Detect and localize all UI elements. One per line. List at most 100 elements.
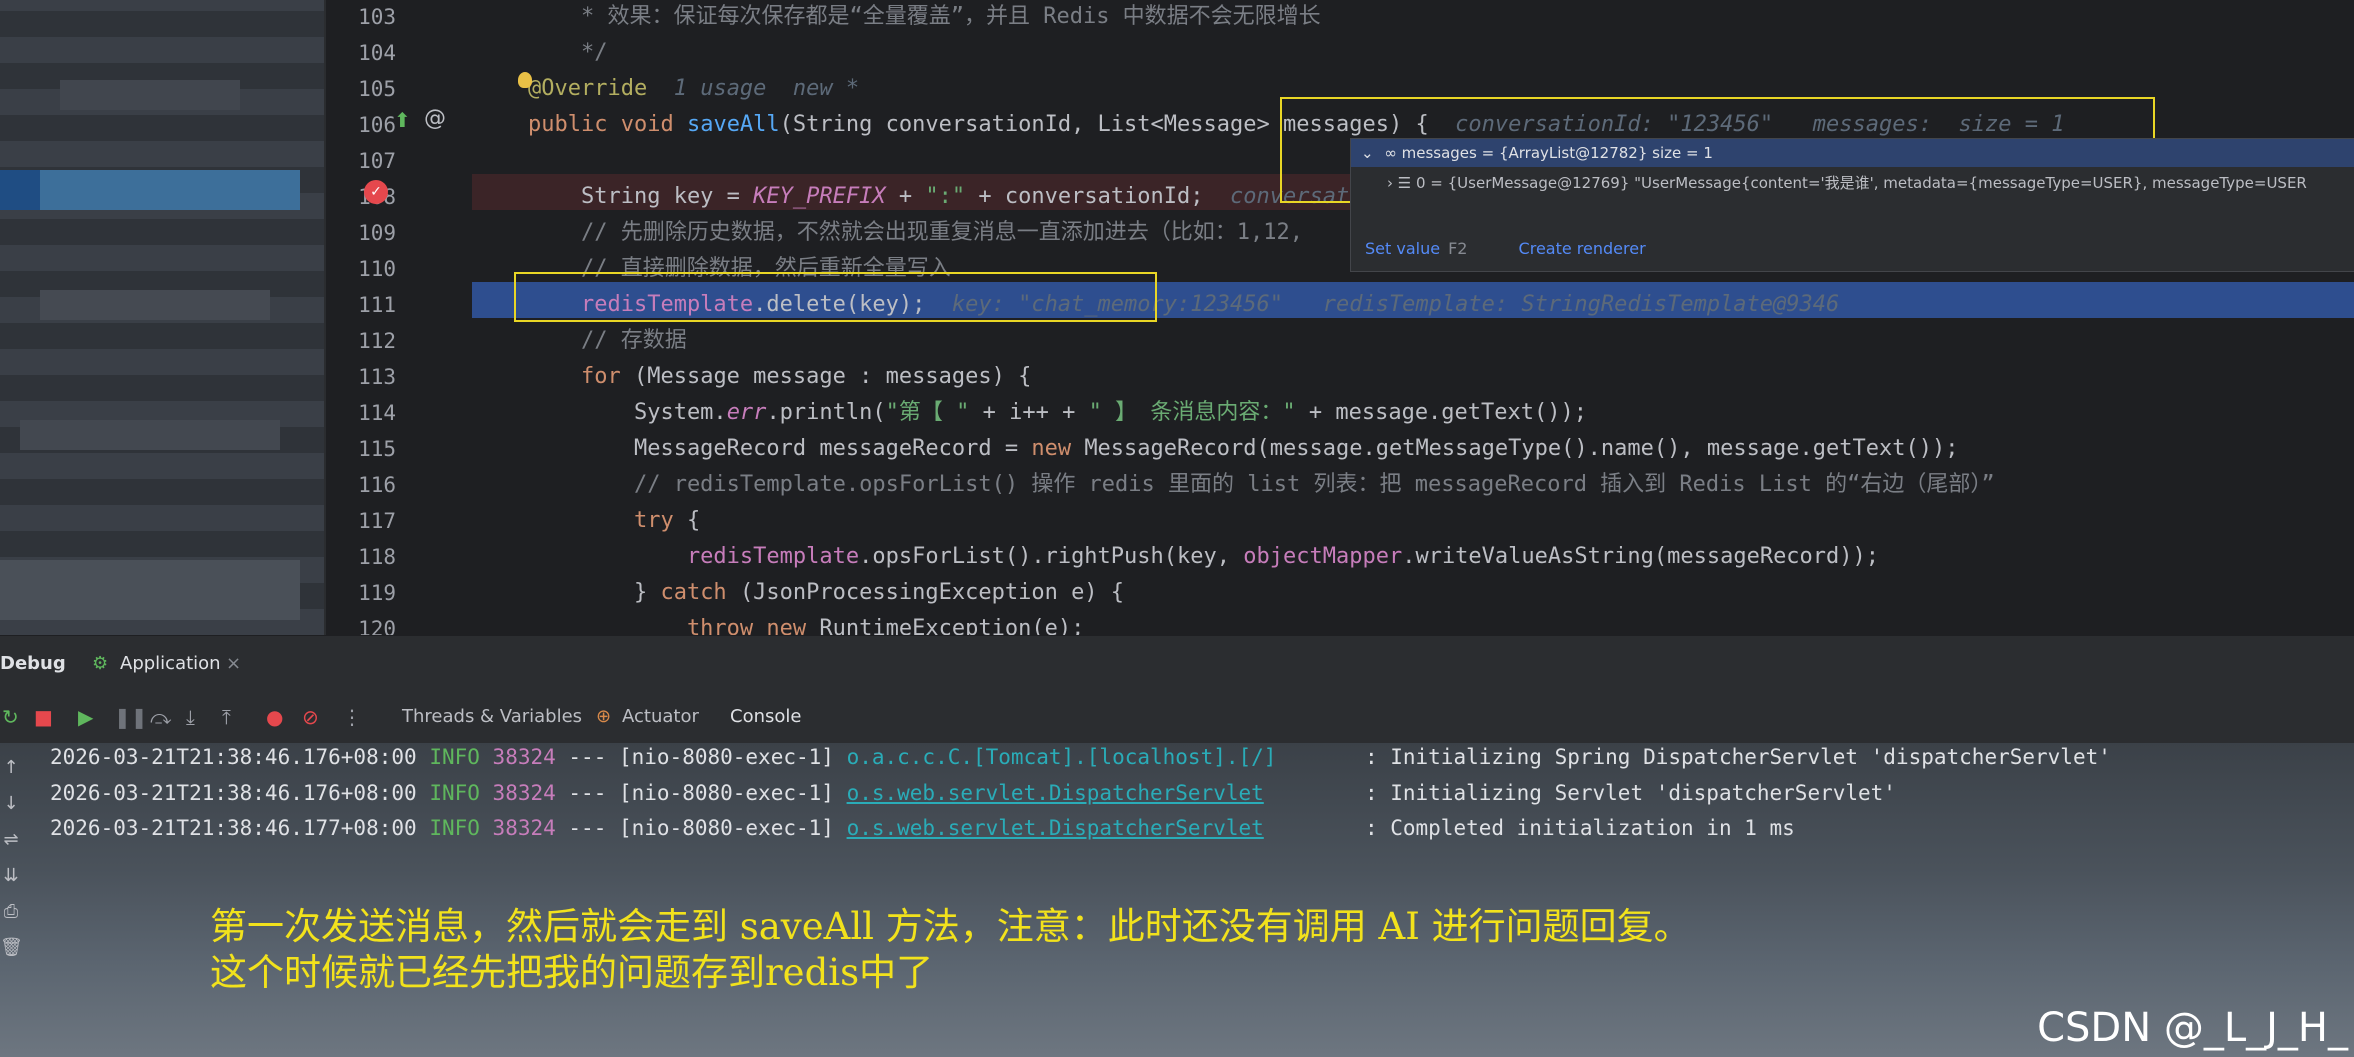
step-out-icon[interactable]: ⤒ (222, 691, 231, 743)
code-line[interactable]: redisTemplate.opsForList().rightPush(key… (528, 539, 1879, 575)
code-token: String key = (528, 184, 754, 209)
line-number[interactable]: 111 (326, 287, 396, 323)
code-token: // 先删除历史数据，不然就会出现重复消息一直添加进去（比如：1,12, (528, 220, 1303, 245)
code-token: throw new (528, 616, 820, 635)
log-lvl: INFO (429, 745, 480, 769)
implements-icon[interactable]: ⬆ (394, 108, 411, 132)
code-token: .writeValueAsString(messageRecord)); (1402, 544, 1880, 569)
code-line[interactable]: // 先删除历史数据，不然就会出现重复消息一直添加进去（比如：1,12, (528, 215, 1303, 251)
code-line[interactable]: System.err.println("第【 " + i++ + " 】 条消息… (528, 395, 1587, 431)
console-log-line: 2026-03-21T21:38:46.177+08:00 INFO 38324… (50, 810, 1795, 846)
line-number[interactable]: 116 (326, 467, 396, 503)
code-token: MessageRecord messageRecord = (528, 436, 1032, 461)
code-line[interactable]: */ (528, 35, 608, 71)
code-token: System. (528, 400, 727, 425)
annotation-icon[interactable]: @ (424, 106, 446, 131)
tab-application[interactable]: Application (120, 636, 221, 692)
log-ts: 2026-03-21T21:38:46.177+08:00 (50, 816, 417, 840)
log-lvl: INFO (429, 816, 480, 840)
resume-icon[interactable]: ▶ (78, 691, 93, 743)
log-logger: o.s.web.servlet.DispatcherServlet (846, 781, 1264, 805)
line-number[interactable]: 119 (326, 575, 396, 611)
mute-breakpoints-icon[interactable]: ⊘ (302, 691, 319, 743)
application-run-icon: ⚙ (92, 653, 109, 674)
scroll-up-icon[interactable]: ↑ (0, 757, 22, 778)
code-line[interactable]: * 效果：保证每次保存都是“全量覆盖”，并且 Redis 中数据不会无限增长 (528, 0, 1321, 35)
code-token: // 存数据 (528, 328, 687, 353)
set-value-link[interactable]: Set value (1365, 239, 1440, 258)
line-number[interactable]: 107 (326, 143, 396, 179)
line-number[interactable]: 114 (326, 395, 396, 431)
breakpoint-icon[interactable]: ✓ (364, 180, 388, 204)
code-token: new (1031, 436, 1085, 461)
close-tab-icon[interactable]: × (226, 636, 241, 692)
pause-icon[interactable]: ❚❚ (114, 691, 148, 743)
code-line[interactable]: MessageRecord messageRecord = new Messag… (528, 431, 1959, 467)
more-icon[interactable]: ⋮ (342, 691, 362, 743)
code-token: "第【 " (885, 400, 970, 425)
code-token: + message.getText()); (1295, 400, 1588, 425)
print-icon[interactable]: ⎙ (0, 901, 22, 922)
line-number[interactable]: 118 (326, 539, 396, 575)
line-number[interactable]: 115 (326, 431, 396, 467)
intention-bulb-icon[interactable] (518, 72, 532, 88)
log-pid: 38324 (492, 745, 556, 769)
line-number[interactable]: 117 (326, 503, 396, 539)
log-ts: 2026-03-21T21:38:46.176+08:00 (50, 745, 417, 769)
code-line[interactable]: } catch (JsonProcessingException e) { (528, 575, 1124, 611)
code-token: .opsForList().rightPush(key, (859, 544, 1244, 569)
line-number[interactable]: 104 (326, 35, 396, 71)
code-token: objectMapper (1243, 544, 1403, 569)
code-token: public void (528, 112, 687, 137)
view-breakpoints-icon[interactable]: ● (266, 691, 283, 743)
code-line[interactable]: // redisTemplate.opsForList() 操作 redis 里… (528, 467, 1995, 503)
log-logger: o.a.c.c.C.[Tomcat].[localhost].[/] (846, 745, 1277, 769)
clear-all-icon[interactable]: 🗑 (0, 937, 23, 958)
expand-arrow-icon[interactable]: ⌄ (1361, 144, 1374, 162)
project-tree-blurred (0, 0, 326, 635)
variable-inspector-popup[interactable]: ⌄ ∞ messages = {ArrayList@12782} size = … (1350, 138, 2354, 272)
code-token: (Message message : messages) { (633, 364, 1032, 389)
code-token: RuntimeException(e); (819, 616, 1085, 635)
message-element-row[interactable]: › ☰ 0 = {UserMessage@12769} "UserMessage… (1351, 169, 2307, 197)
log-logger: o.s.web.servlet.DispatcherServlet (846, 816, 1264, 840)
code-line[interactable]: @Override 1 usage new * (528, 71, 859, 107)
create-renderer-link[interactable]: Create renderer (1519, 239, 1646, 258)
tab-actuator[interactable]: Actuator (622, 691, 699, 743)
line-number[interactable]: 105 (326, 71, 396, 107)
code-line[interactable]: throw new RuntimeException(e); (528, 611, 1084, 635)
code-token: + conversationId; (965, 184, 1204, 209)
code-token: { (686, 508, 701, 533)
tab-debug[interactable]: Debug (0, 636, 66, 692)
message-element-text: › ☰ 0 = {UserMessage@12769} "UserMessage… (1387, 174, 2307, 192)
scroll-down-icon[interactable]: ↓ (0, 793, 22, 814)
console-log-line: 2026-03-21T21:38:46.176+08:00 INFO 38324… (50, 739, 2111, 775)
line-number[interactable]: 113 (326, 359, 396, 395)
line-number[interactable]: 106 (326, 107, 396, 143)
code-line[interactable]: for (Message message : messages) { (528, 359, 1031, 395)
messages-variable-row[interactable]: ⌄ ∞ messages = {ArrayList@12782} size = … (1351, 139, 2354, 167)
code-line[interactable]: try { (528, 503, 700, 539)
line-number[interactable]: 103 (326, 0, 396, 35)
console-log-line: 2026-03-21T21:38:46.176+08:00 INFO 38324… (50, 775, 1896, 811)
code-line[interactable]: String key = KEY_PREFIX + ":" + conversa… (528, 179, 1349, 215)
rerun-icon[interactable]: ↻ (2, 691, 19, 743)
code-token: ":" (925, 184, 966, 209)
code-line[interactable]: // 存数据 (528, 323, 687, 359)
step-into-icon[interactable]: ⤓ (186, 691, 195, 743)
scroll-to-end-icon[interactable]: ⇊ (0, 865, 22, 886)
code-token: for (528, 364, 634, 389)
step-over-icon[interactable]: ⤼ (150, 691, 171, 743)
line-number[interactable]: 110 (326, 251, 396, 287)
tab-console[interactable]: Console (730, 691, 801, 743)
line-number[interactable]: 112 (326, 323, 396, 359)
soft-wrap-icon[interactable]: ⇌ (0, 829, 22, 850)
stop-icon[interactable]: ■ (34, 691, 53, 743)
code-token: @Override (528, 76, 648, 101)
log-thread: --- [nio-8080-exec-1] (555, 816, 847, 840)
log-pid: 38324 (492, 816, 556, 840)
line-number[interactable]: 109 (326, 215, 396, 251)
code-token: MessageRecord(message.getMessageType().n… (1084, 436, 1959, 461)
tab-threads-variables[interactable]: Threads & Variables (402, 691, 582, 743)
log-msg: : Initializing Spring DispatcherServlet … (1276, 745, 2111, 769)
